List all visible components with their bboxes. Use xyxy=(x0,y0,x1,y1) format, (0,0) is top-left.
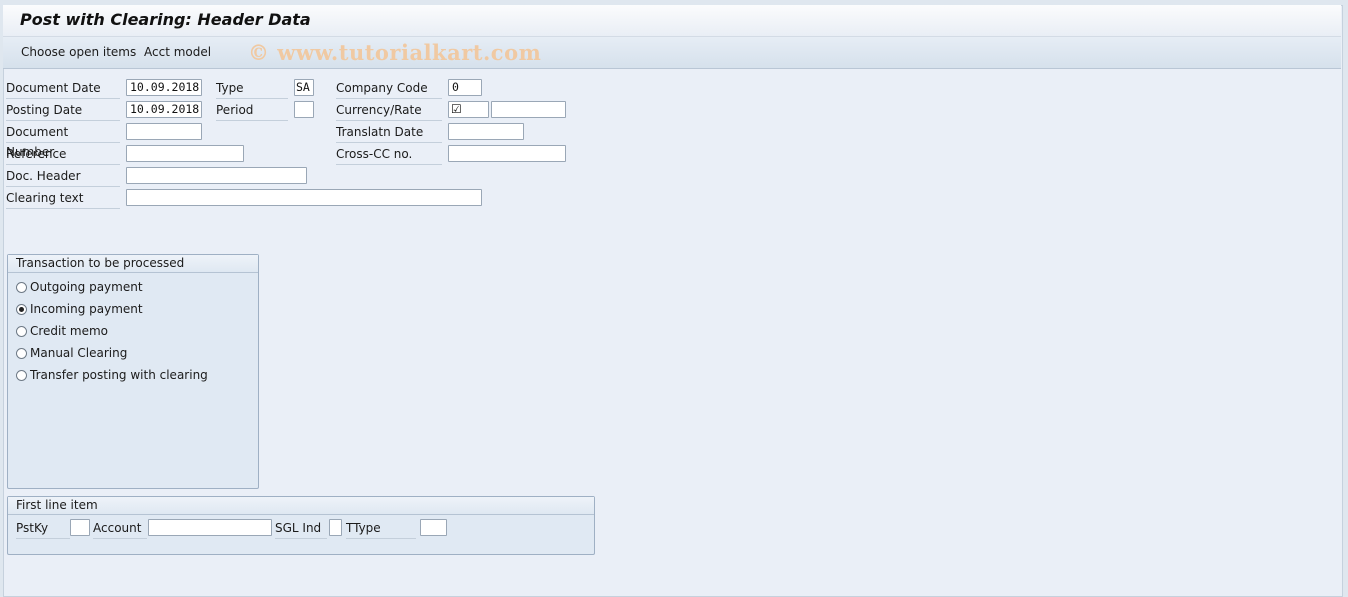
option-transfer-posting[interactable]: Transfer posting with clearing xyxy=(16,366,208,384)
company-code-field[interactable]: 0 xyxy=(448,79,482,96)
option-outgoing-payment[interactable]: Outgoing payment xyxy=(16,278,143,296)
radio-manual-clearing[interactable] xyxy=(16,348,27,359)
choose-open-items-button[interactable]: Choose open items xyxy=(21,45,136,59)
posting-date-label: Posting Date xyxy=(6,100,120,121)
period-field[interactable] xyxy=(294,101,314,118)
cross-cc-label: Cross-CC no. xyxy=(336,144,442,165)
title-bar: Post with Clearing: Header Data xyxy=(3,5,1341,37)
translation-date-field[interactable] xyxy=(448,123,524,140)
option-incoming-payment[interactable]: Incoming payment xyxy=(16,300,143,318)
ttype-label: TType xyxy=(346,518,416,539)
watermark: © www.tutorialkart.com xyxy=(248,40,542,65)
posting-date-field[interactable]: 10.09.2018 xyxy=(126,101,202,118)
type-label: Type xyxy=(216,78,288,99)
sgl-ind-label: SGL Ind xyxy=(275,518,327,539)
option-label: Incoming payment xyxy=(30,302,143,316)
transaction-group: Transaction to be processed Outgoing pay… xyxy=(7,254,259,489)
type-field[interactable]: SA xyxy=(294,79,314,96)
first-line-item-group: First line item PstKy Account SGL Ind TT… xyxy=(7,496,595,555)
clearing-text-field[interactable] xyxy=(126,189,482,206)
rate-field[interactable] xyxy=(491,101,566,118)
reference-label: Reference xyxy=(6,144,120,165)
translation-date-label: Translatn Date xyxy=(336,122,442,143)
doc-header-label: Doc. Header xyxy=(6,166,120,187)
first-line-item-title: First line item xyxy=(8,497,594,515)
cross-cc-field[interactable] xyxy=(448,145,566,162)
document-date-label: Document Date xyxy=(6,78,120,99)
option-label: Credit memo xyxy=(30,324,109,338)
sgl-ind-field[interactable] xyxy=(329,519,342,536)
reference-field[interactable] xyxy=(126,145,244,162)
option-label: Transfer posting with clearing xyxy=(30,368,208,382)
currency-checkbox[interactable]: ☑ xyxy=(448,101,489,118)
pstky-field[interactable] xyxy=(70,519,90,536)
clearing-text-label: Clearing text xyxy=(6,188,120,209)
option-credit-memo[interactable]: Credit memo xyxy=(16,322,108,340)
page-title: Post with Clearing: Header Data xyxy=(20,10,311,29)
radio-credit-memo[interactable] xyxy=(16,326,27,337)
radio-transfer-posting[interactable] xyxy=(16,370,27,381)
document-date-field[interactable]: 10.09.2018 xyxy=(126,79,202,96)
document-number-field[interactable] xyxy=(126,123,202,140)
ttype-field[interactable] xyxy=(420,519,447,536)
doc-header-field[interactable] xyxy=(126,167,307,184)
company-code-label: Company Code xyxy=(336,78,442,99)
transaction-group-title: Transaction to be processed xyxy=(8,255,258,273)
document-number-label: Document Number xyxy=(6,122,120,159)
account-label: Account xyxy=(93,518,147,539)
acct-model-button[interactable]: Acct model xyxy=(144,45,211,59)
pstky-label: PstKy xyxy=(16,518,70,539)
radio-incoming-payment[interactable] xyxy=(16,304,27,315)
account-field[interactable] xyxy=(148,519,272,536)
currency-rate-label: Currency/Rate xyxy=(336,100,442,121)
option-label: Outgoing payment xyxy=(30,280,143,294)
application-toolbar: Choose open items Acct model © www.tutor… xyxy=(3,37,1341,69)
radio-outgoing-payment[interactable] xyxy=(16,282,27,293)
option-label: Manual Clearing xyxy=(30,346,128,360)
period-label: Period xyxy=(216,100,288,121)
option-manual-clearing[interactable]: Manual Clearing xyxy=(16,344,127,362)
